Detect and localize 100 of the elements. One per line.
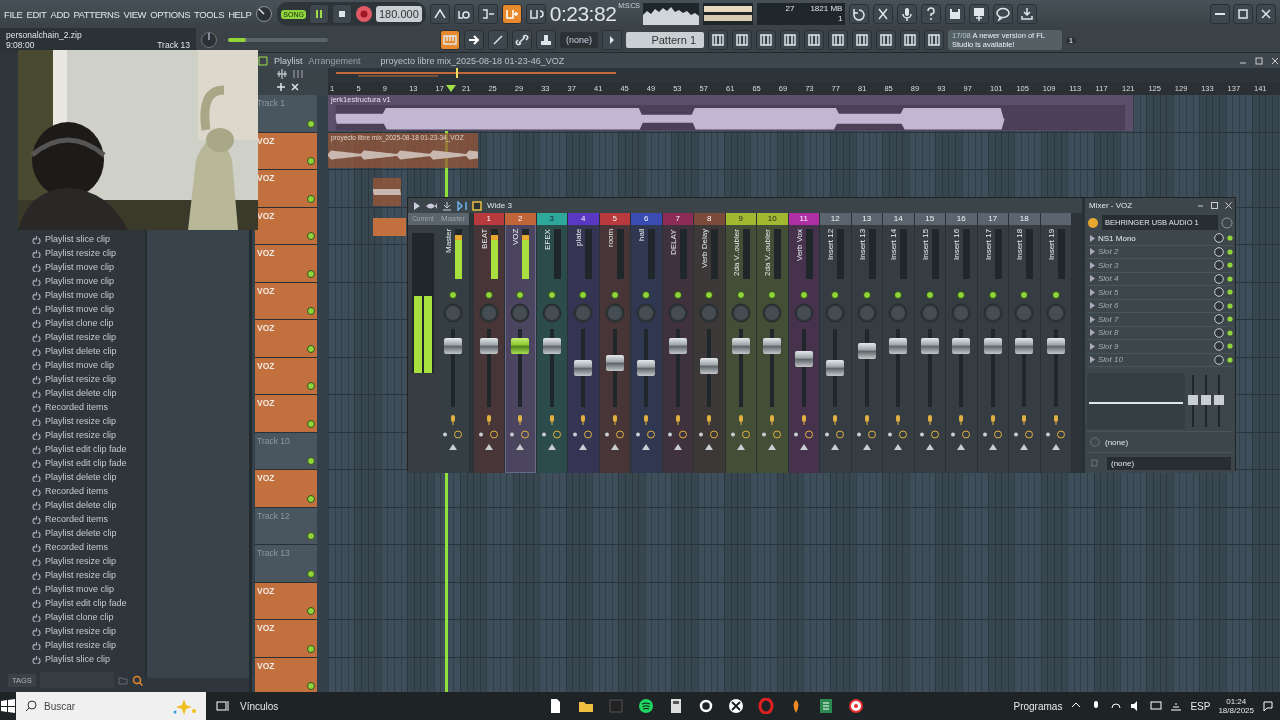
history-item[interactable]: Playlist resize clip [0,624,145,638]
strip-number: 17 [977,213,1008,225]
history-item[interactable]: Playlist delete clip [0,344,145,358]
menu-item[interactable]: HELP [228,8,252,20]
history-item[interactable]: Playlist clone clip [0,316,145,330]
mixer-strip[interactable]: 16 Insert 16 [946,213,978,473]
history-item[interactable]: Playlist move clip [0,302,145,316]
mixer-strip[interactable]: 6 hall [631,213,663,473]
history-item[interactable]: Recorded items [0,540,145,554]
effect-slot[interactable]: Slot 6 [1087,299,1233,313]
strip-number: 9 [725,213,756,225]
mixer-strip[interactable]: 4 plate [568,213,600,473]
history-item[interactable]: Playlist move clip [0,358,145,372]
history-item[interactable]: Playlist delete clip [0,470,145,484]
menu-item[interactable]: OPTIONS [150,8,191,20]
preset-name[interactable]: Wide 3 [487,201,512,210]
mixer-strip[interactable]: 15 Insert 15 [914,213,946,473]
mixer-strip[interactable]: 7 DELAY [662,213,694,473]
mixer-strip[interactable]: 3 EFEX [536,213,568,473]
strip-name: VOZ [511,229,521,248]
history-item[interactable]: Playlist delete clip [0,386,145,400]
mixer-strip[interactable]: 1 BEAT [473,213,505,473]
window-subtitle: Arrangement [308,55,361,66]
history-item[interactable]: Playlist resize clip [0,638,145,652]
mixer-strip[interactable]: 11 Verb Vox [788,213,820,473]
pattern-name[interactable]: Pattern 1 [626,32,704,48]
history-item[interactable]: Playlist delete clip [0,498,145,512]
menu-item[interactable]: TOOLS [194,8,225,20]
output-dropdown[interactable]: (none) [1107,456,1231,470]
hint-target: Track 13 [157,40,190,51]
history-item[interactable]: Playlist resize clip [0,246,145,260]
menu-item[interactable]: VIEW [123,8,147,20]
mixer-strip[interactable]: 14 Insert 14 [883,213,915,473]
history-item[interactable]: Playlist move clip [0,274,145,288]
menu-item[interactable]: ADD [50,8,70,20]
history-item[interactable]: Recorded items [0,512,145,526]
mixer-strip[interactable]: 9 2da V..oubler [725,213,757,473]
history-item[interactable]: Playlist resize clip [0,554,145,568]
history-item[interactable]: Playlist edit clip fade [0,456,145,470]
strip-name: EFEX [542,229,552,252]
history-item[interactable]: Recorded items [0,484,145,498]
strip-name: 2da V..oubler [731,229,741,278]
effect-slot[interactable]: Slot 5 [1087,286,1233,300]
mixer-strip[interactable]: 10 2da V..oubler [757,213,789,473]
strip-number: 2 [505,213,536,225]
menu-item[interactable]: FILE [4,8,23,20]
history-item[interactable]: Playlist resize clip [0,414,145,428]
mixer-strip[interactable]: 17 Insert 17 [977,213,1009,473]
mixer-strip[interactable]: Insert 19 [1040,213,1072,473]
effect-slot[interactable]: Slot 9 [1087,340,1233,354]
history-item[interactable]: Playlist edit clip fade [0,442,145,456]
effect-slot[interactable]: Slot 10 [1087,353,1233,367]
history-item[interactable]: Playlist delete clip [0,526,145,540]
strip-number: 11 [788,213,819,225]
clock-date: 18/8/2025 [1218,706,1254,715]
track-name: Track 13 [257,548,290,558]
history-item[interactable]: Playlist resize clip [0,428,145,442]
history-item[interactable]: Playlist resize clip [0,330,145,344]
history-item[interactable]: Playlist resize clip [0,568,145,582]
mixer-strip[interactable]: 18 Insert 18 [1009,213,1041,473]
effect-slot[interactable]: NS1 Mono [1087,232,1233,246]
eq-selector[interactable]: (none) [1105,437,1129,447]
effect-slot[interactable]: Slot 3 [1087,259,1233,273]
history-item[interactable]: Playlist slice clip [0,232,145,246]
language-indicator[interactable]: ESP [1190,700,1211,712]
mixer-strip[interactable]: 12 Insert 12 [820,213,852,473]
strip-name: Insert 12 [826,229,836,263]
strip-number: 8 [694,213,725,225]
history-item[interactable]: Playlist move clip [0,288,145,302]
search-field[interactable]: Buscar [16,692,206,720]
history-item[interactable]: Playlist move clip [0,582,145,596]
effect-slot[interactable]: Slot 2 [1087,245,1233,259]
effect-slot[interactable]: Slot 8 [1087,326,1233,340]
effect-slot[interactable]: Slot 4 [1087,272,1233,286]
history-item[interactable]: Playlist clone clip [0,610,145,624]
history-item[interactable]: Playlist resize clip [0,372,145,386]
strip-name: Insert 14 [889,229,899,263]
effect-slot[interactable]: Slot 7 [1087,313,1233,327]
menu-item[interactable]: PATTERNS [73,8,120,20]
history-item[interactable]: Playlist move clip [0,260,145,274]
programs-label[interactable]: Programas [1013,700,1063,712]
links-label[interactable]: Vínculos [240,700,279,712]
tempo-display[interactable]: 180.000 [376,6,422,22]
strip-name: hall [637,229,647,244]
strip-name: Insert 13 [857,229,867,263]
history-item[interactable]: Playlist slice clip [0,652,145,666]
history-item[interactable]: Playlist edit clip fade [0,596,145,610]
mixer-strip[interactable]: 13 Insert 13 [851,213,883,473]
mixer-strip[interactable]: 5 room [599,213,631,473]
strip-name: Master [444,229,454,256]
mixer-strip[interactable]: 2 VOZ [505,213,537,473]
history-item[interactable]: Recorded items [0,400,145,414]
mixer-strip[interactable]: 8 Verb Delay [694,213,726,473]
pattern-selector[interactable]: (none) [560,32,598,48]
strip-name: DELAY [668,229,678,257]
menu-item[interactable]: EDIT [26,8,47,20]
track-name: VOZ [257,135,275,146]
panel-title: Mixer - VOZ [1089,201,1133,210]
clock[interactable]: 01:24 18/8/2025 [1218,697,1254,715]
strip-number: 12 [820,213,851,225]
